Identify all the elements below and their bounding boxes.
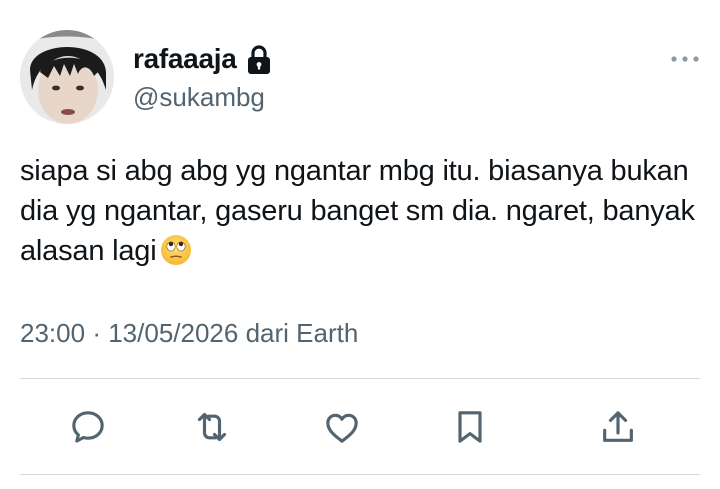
divider-bottom (20, 474, 700, 475)
tweet-source: dari Earth (245, 318, 359, 348)
reply-icon (72, 411, 104, 443)
tweet-meta: 23:00 · 13/05/2026 dari Earth (20, 316, 358, 350)
avatar[interactable] (20, 30, 114, 124)
like-button[interactable] (320, 405, 364, 449)
share-button[interactable] (596, 405, 640, 449)
heart-icon (326, 413, 358, 443)
display-name[interactable]: rafaaaja (133, 42, 237, 76)
tweet-date[interactable]: 13/05/2026 (108, 318, 238, 348)
avatar-image (20, 30, 114, 124)
bookmark-button[interactable] (448, 405, 492, 449)
meta-separator: · (92, 318, 101, 348)
retweet-icon (197, 412, 227, 442)
tweet-text-body: siapa si abg abg yg ngantar mbg itu. bia… (20, 155, 695, 267)
reply-button[interactable] (66, 405, 110, 449)
tweet-time[interactable]: 23:00 (20, 318, 85, 348)
user-name-row: rafaaaja (133, 42, 272, 76)
user-handle[interactable]: @sukambg (133, 82, 265, 112)
tweet-card: rafaaaja @sukambg siapa si abg abg yg ng… (0, 0, 720, 489)
bookmark-icon (458, 411, 482, 443)
lock-icon (246, 45, 272, 75)
face-with-rolling-eyes-icon (160, 234, 192, 266)
share-icon (603, 411, 633, 442)
retweet-button[interactable] (190, 405, 234, 449)
tweet-text: siapa si abg abg yg ngantar mbg itu. bia… (20, 151, 710, 271)
more-horizontal-icon[interactable] (670, 52, 700, 66)
divider-top (20, 378, 700, 379)
